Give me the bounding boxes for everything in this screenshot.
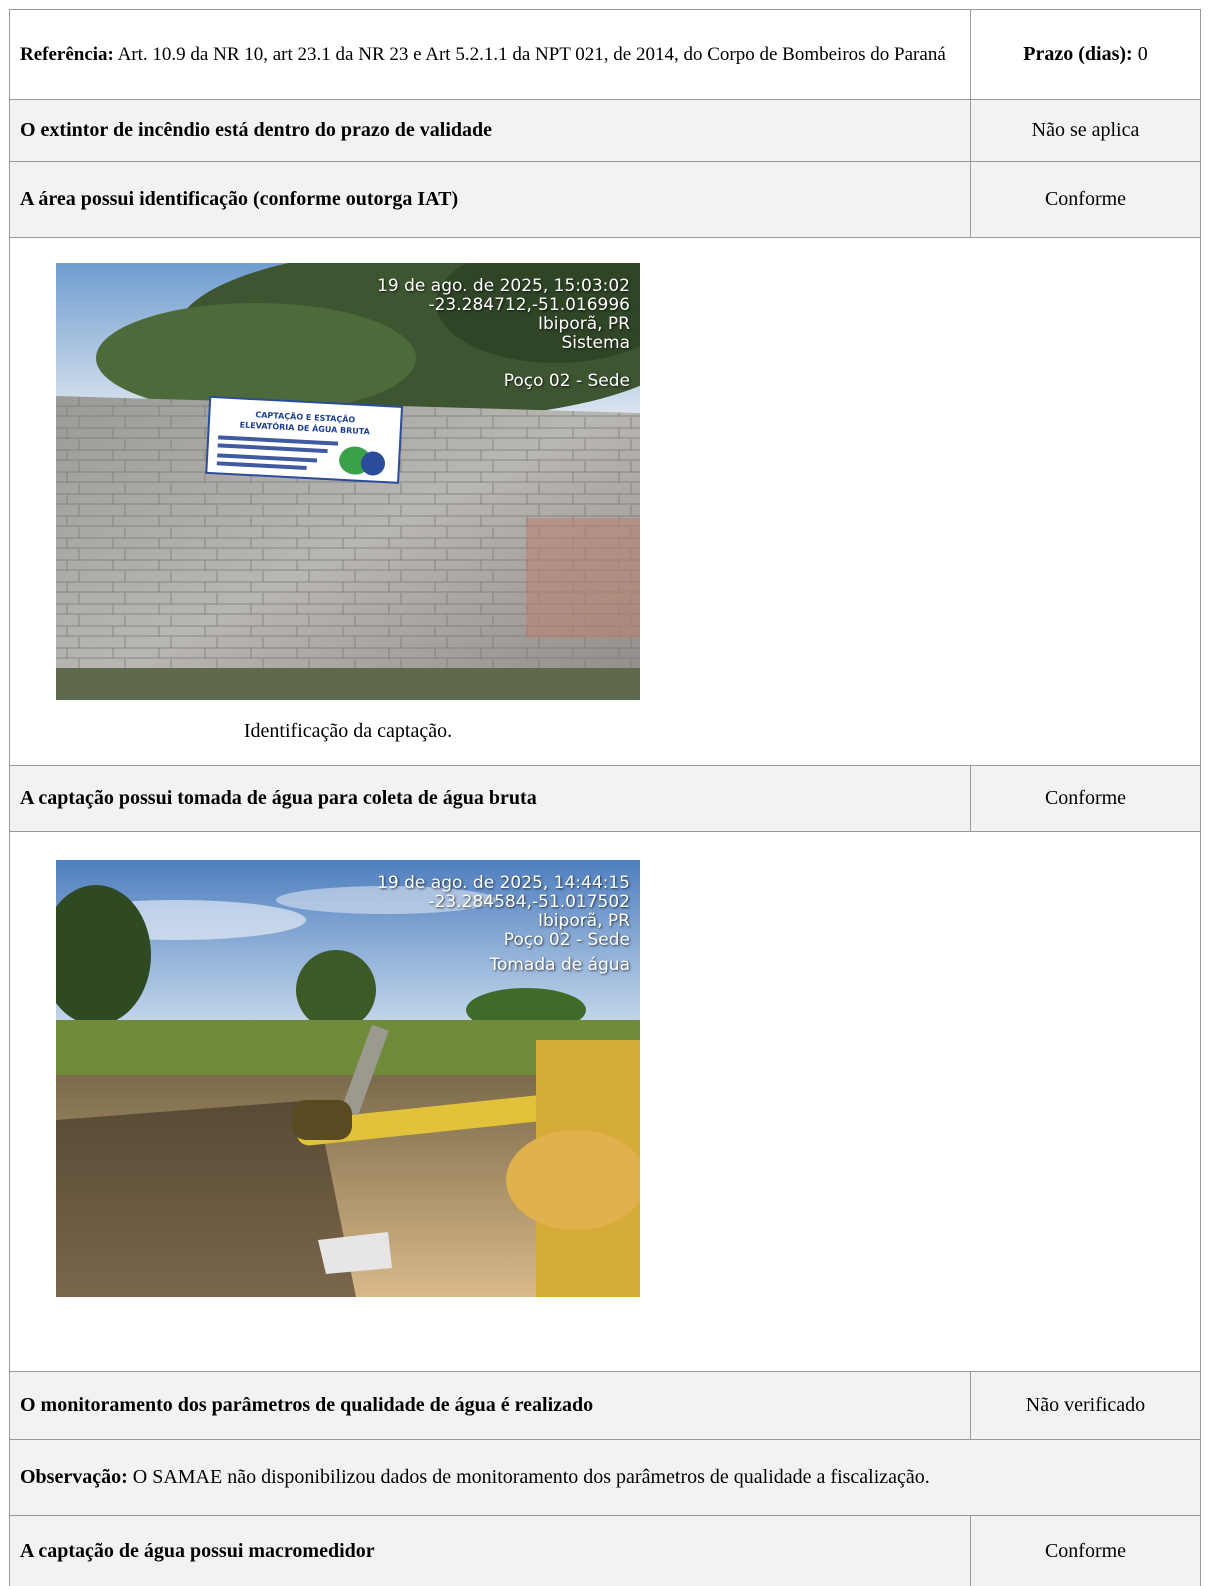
- stamp-line: [377, 353, 630, 372]
- checklist-question: A área possui identificação (conforme ou…: [20, 188, 459, 210]
- photo-row-water-intake: 19 de ago. de 2025, 14:44:15 -23.284584,…: [9, 831, 1201, 1371]
- deadline-value: 0: [1137, 43, 1148, 65]
- stamp-line: 19 de ago. de 2025, 14:44:15: [377, 873, 630, 893]
- stamp-line: -23.284584,-51.017502: [428, 892, 630, 912]
- checklist-row: O monitoramento dos parâmetros de qualid…: [9, 1371, 1201, 1439]
- reference-label: Referência:: [20, 44, 114, 65]
- checklist-status: Conforme: [970, 1516, 1200, 1586]
- stamp-line: Ibiporã, PR: [538, 314, 630, 334]
- checklist-status: Conforme: [970, 766, 1200, 831]
- checklist-question: O extintor de incêndio está dentro do pr…: [20, 119, 493, 141]
- photo-row-identification: CAPTAÇÃO E ESTAÇÃO ELEVATÓRIA DE ÁGUA BR…: [9, 237, 1201, 765]
- photo-identification-stamp: 19 de ago. de 2025, 15:03:02 -23.284712,…: [377, 277, 630, 391]
- stamp-line: Poço 02 - Sede: [503, 371, 630, 391]
- reference-text: Art. 10.9 da NR 10, art 23.1 da NR 23 e …: [117, 44, 946, 65]
- reference-row: Referência: Art. 10.9 da NR 10, art 23.1…: [9, 9, 1201, 99]
- deadline-cell: Prazo (dias): 0: [970, 10, 1200, 99]
- observation-row: Observação: O SAMAE não disponibilizou d…: [9, 1439, 1201, 1515]
- checklist-question: A captação de água possui macromedidor: [20, 1539, 375, 1562]
- stamp-line: 19 de ago. de 2025, 15:03:02: [377, 276, 630, 296]
- photo-caption: Identificação da captação.: [243, 720, 453, 742]
- stamp-line: Ibiporã, PR: [538, 911, 630, 931]
- photo-water-intake: 19 de ago. de 2025, 14:44:15 -23.284584,…: [56, 860, 640, 1297]
- observation-text: O SAMAE não disponibilizou dados de moni…: [132, 1466, 930, 1488]
- checklist-status: Não se aplica: [970, 100, 1200, 161]
- stamp-line: -23.284712,-51.016996: [428, 295, 630, 315]
- deadline-label: Prazo (dias):: [1023, 43, 1133, 65]
- checklist-row: A área possui identificação (conforme ou…: [9, 161, 1201, 237]
- stamp-line: Sistema: [561, 333, 630, 353]
- observation-label: Observação:: [20, 1466, 128, 1488]
- checklist-status: Não verificado: [970, 1372, 1200, 1439]
- inspection-table: Referência: Art. 10.9 da NR 10, art 23.1…: [9, 9, 1201, 1586]
- checklist-question: O monitoramento dos parâmetros de qualid…: [20, 1394, 594, 1416]
- checklist-row: A captação possui tomada de água para co…: [9, 765, 1201, 831]
- checklist-row: O extintor de incêndio está dentro do pr…: [9, 99, 1201, 161]
- checklist-status: Conforme: [970, 162, 1200, 237]
- observation-cell: Observação: O SAMAE não disponibilizou d…: [10, 1440, 1200, 1515]
- checklist-row: A captação de água possui macromedidor C…: [9, 1515, 1201, 1586]
- stamp-line: Poço 02 - Sede: [503, 930, 630, 950]
- checklist-question: A captação possui tomada de água para co…: [20, 787, 537, 809]
- photo-water-intake-stamp: 19 de ago. de 2025, 14:44:15 -23.284584,…: [377, 874, 630, 975]
- stamp-line: Tomada de água: [489, 955, 630, 975]
- photo-identification: CAPTAÇÃO E ESTAÇÃO ELEVATÓRIA DE ÁGUA BR…: [56, 263, 640, 700]
- reference-cell: Referência: Art. 10.9 da NR 10, art 23.1…: [10, 10, 970, 99]
